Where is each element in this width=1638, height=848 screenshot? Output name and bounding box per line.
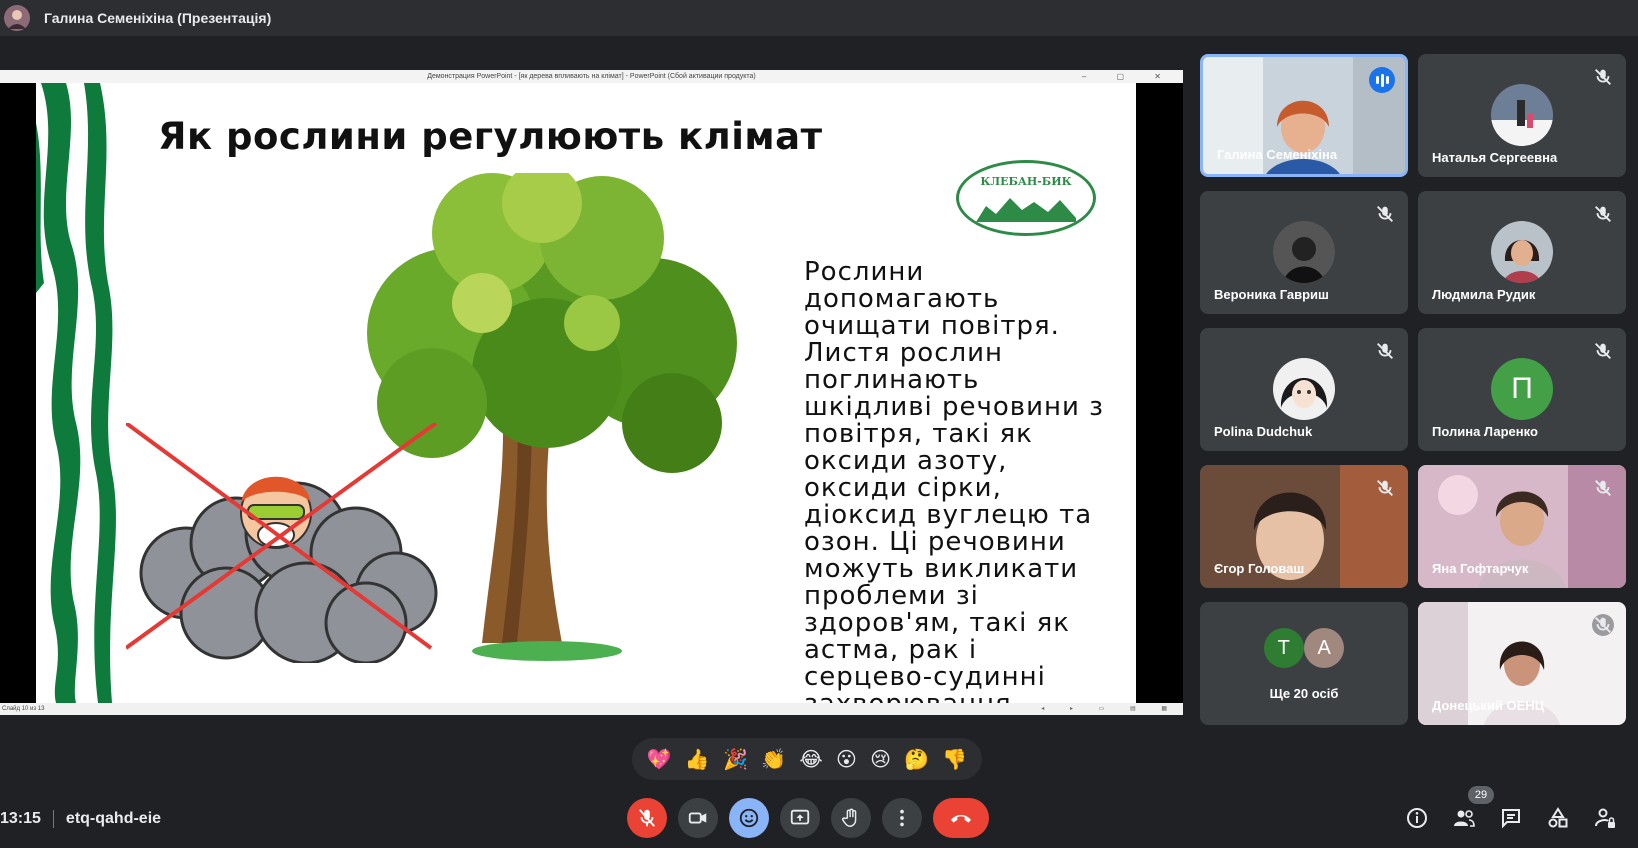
participant-avatar <box>1273 358 1335 420</box>
muted-mic-icon <box>1595 206 1611 222</box>
participant-name: Polina Dudchuk <box>1214 424 1313 439</box>
powerpoint-statusbar: Слайд 10 из 13 ◂ ▸ ▭ ▤ ▦ <box>0 703 1183 715</box>
more-vert-icon <box>900 809 904 827</box>
bottom-bar: 13:15 etq-qahd-eie 29 <box>0 786 1638 848</box>
participant-tile[interactable]: Яна Гофтарчук <box>1418 465 1626 588</box>
reaction-thumbs-down[interactable]: 👎 <box>942 747 967 771</box>
activities-icon <box>1548 807 1568 828</box>
participant-name: Яна Гофтарчук <box>1432 561 1529 576</box>
participant-name: Наталья Сергеевна <box>1432 150 1558 165</box>
participant-tile[interactable]: Єгор Головаш <box>1200 465 1408 588</box>
participant-name: Вероника Гавриш <box>1214 287 1329 302</box>
participant-name: Єгор Головаш <box>1214 561 1305 576</box>
slide: Як рослини регулюють клімат КЛЕБАН-БИК Р… <box>36 83 1136 703</box>
meeting-code[interactable]: etq-qahd-eie <box>66 810 161 828</box>
clock: 13:15 <box>0 810 41 827</box>
participant-tile[interactable]: Людмила Рудик <box>1418 191 1626 314</box>
reaction-thinking[interactable]: 🤔 <box>904 747 929 771</box>
speaking-indicator-icon <box>1369 67 1395 93</box>
info-icon <box>1407 808 1427 828</box>
powerpoint-window-title: Демонстрация PowerPoint - [як дерева впл… <box>427 73 756 80</box>
muted-mic-icon <box>1595 480 1611 496</box>
logo-text: КЛЕБАН-БИК <box>980 174 1072 188</box>
window-controls: – ▢ ✕ <box>1081 72 1175 81</box>
divider <box>52 810 54 828</box>
participant-avatar: П <box>1491 358 1553 420</box>
presentation-area: Демонстрация PowerPoint - [як дерева впл… <box>0 70 1183 715</box>
activities-button[interactable] <box>1544 804 1572 832</box>
host-controls-button[interactable] <box>1591 804 1619 832</box>
participant-tile[interactable]: Polina Dudchuk <box>1200 328 1408 451</box>
park-logo: КЛЕБАН-БИК <box>956 160 1096 236</box>
muted-mic-icon <box>1377 206 1393 222</box>
reactions-bar: 💖 👍 🎉 👏 😂 😮 😢 🤔 👎 <box>632 738 982 780</box>
hang-up-icon <box>950 815 972 823</box>
avatar-initial: П <box>1511 372 1533 405</box>
participant-name: Полина Ларенко <box>1432 424 1538 439</box>
smog-crossed-illustration <box>126 423 438 663</box>
chat-button[interactable] <box>1497 804 1525 832</box>
participant-tile[interactable]: Донецький ОЕНЦ <box>1418 602 1626 725</box>
chat-icon <box>1502 809 1520 829</box>
presentation-title: Галина Семеніхіна (Презентація) <box>44 10 272 26</box>
mini-avatar: T <box>1263 628 1304 668</box>
decorative-stripes <box>36 83 126 703</box>
raise-hand-button[interactable] <box>831 798 871 838</box>
meeting-info: 13:15 etq-qahd-eie <box>0 810 161 828</box>
meeting-details-button[interactable] <box>1403 804 1431 832</box>
presenter-avatar <box>4 5 30 31</box>
camera-icon <box>688 812 707 824</box>
participant-avatar <box>1491 84 1553 146</box>
slide-heading: Як рослини регулюють клімат <box>158 115 823 158</box>
present-icon <box>790 809 810 825</box>
muted-mic-icon <box>1377 480 1393 496</box>
participant-name: Галина Семеніхіна <box>1217 147 1338 162</box>
lock-person-icon <box>1595 808 1615 828</box>
leave-call-button[interactable] <box>933 798 989 838</box>
participant-name: Донецький ОЕНЦ <box>1432 698 1545 713</box>
reaction-laugh[interactable]: 😂 <box>799 747 822 771</box>
view-controls[interactable]: ◂ ▸ ▭ ▤ ▦ <box>1041 703 1179 715</box>
muted-mic-icon <box>1595 69 1611 85</box>
powerpoint-titlebar: Демонстрация PowerPoint - [як дерева впл… <box>0 70 1183 83</box>
participant-tile[interactable]: Галина Семеніхіна <box>1200 54 1408 177</box>
muted-mic-icon <box>1595 343 1611 359</box>
participant-avatar <box>1491 221 1553 283</box>
participant-tile[interactable]: Вероника Гавриш <box>1200 191 1408 314</box>
participant-avatar <box>1273 221 1335 283</box>
more-participants-label: Ще 20 осіб <box>1269 686 1339 701</box>
mic-off-icon <box>638 809 656 827</box>
logo-landscape-icon <box>976 197 1076 222</box>
mini-avatar: A <box>1304 628 1345 668</box>
reaction-sad[interactable]: 😢 <box>870 747 891 771</box>
people-count-badge: 29 <box>1468 786 1494 804</box>
muted-mic-icon <box>1377 343 1393 359</box>
smiley-icon <box>739 808 759 828</box>
slide-counter: Слайд 10 из 13 <box>2 706 45 712</box>
reaction-clap[interactable]: 👏 <box>761 747 786 771</box>
more-participants-tile[interactable]: T A Ще 20 осіб <box>1200 602 1408 725</box>
camera-toggle-button[interactable] <box>678 798 718 838</box>
present-screen-button[interactable] <box>780 798 820 838</box>
reaction-heart[interactable]: 💖 <box>647 747 672 771</box>
people-icon <box>1454 810 1475 827</box>
reaction-party[interactable]: 🎉 <box>723 747 748 771</box>
reactions-button[interactable] <box>729 798 769 838</box>
top-bar: Галина Семеніхіна (Презентація) <box>0 0 1638 36</box>
muted-mic-icon <box>1592 614 1614 636</box>
reaction-surprised[interactable]: 😮 <box>836 747 857 771</box>
hand-icon <box>842 808 857 827</box>
more-options-button[interactable] <box>882 798 922 838</box>
participant-name: Людмила Рудик <box>1432 287 1536 302</box>
reaction-thumbs-up[interactable]: 👍 <box>685 747 710 771</box>
people-button[interactable] <box>1450 804 1478 832</box>
slide-body-text: Рослини допомагають очищати повітря. Лис… <box>804 257 1104 704</box>
mic-toggle-button[interactable] <box>627 798 667 838</box>
participant-tile[interactable]: Наталья Сергеевна <box>1418 54 1626 177</box>
mini-avatars: T A <box>1200 628 1408 668</box>
participant-tile[interactable]: П Полина Ларенко <box>1418 328 1626 451</box>
